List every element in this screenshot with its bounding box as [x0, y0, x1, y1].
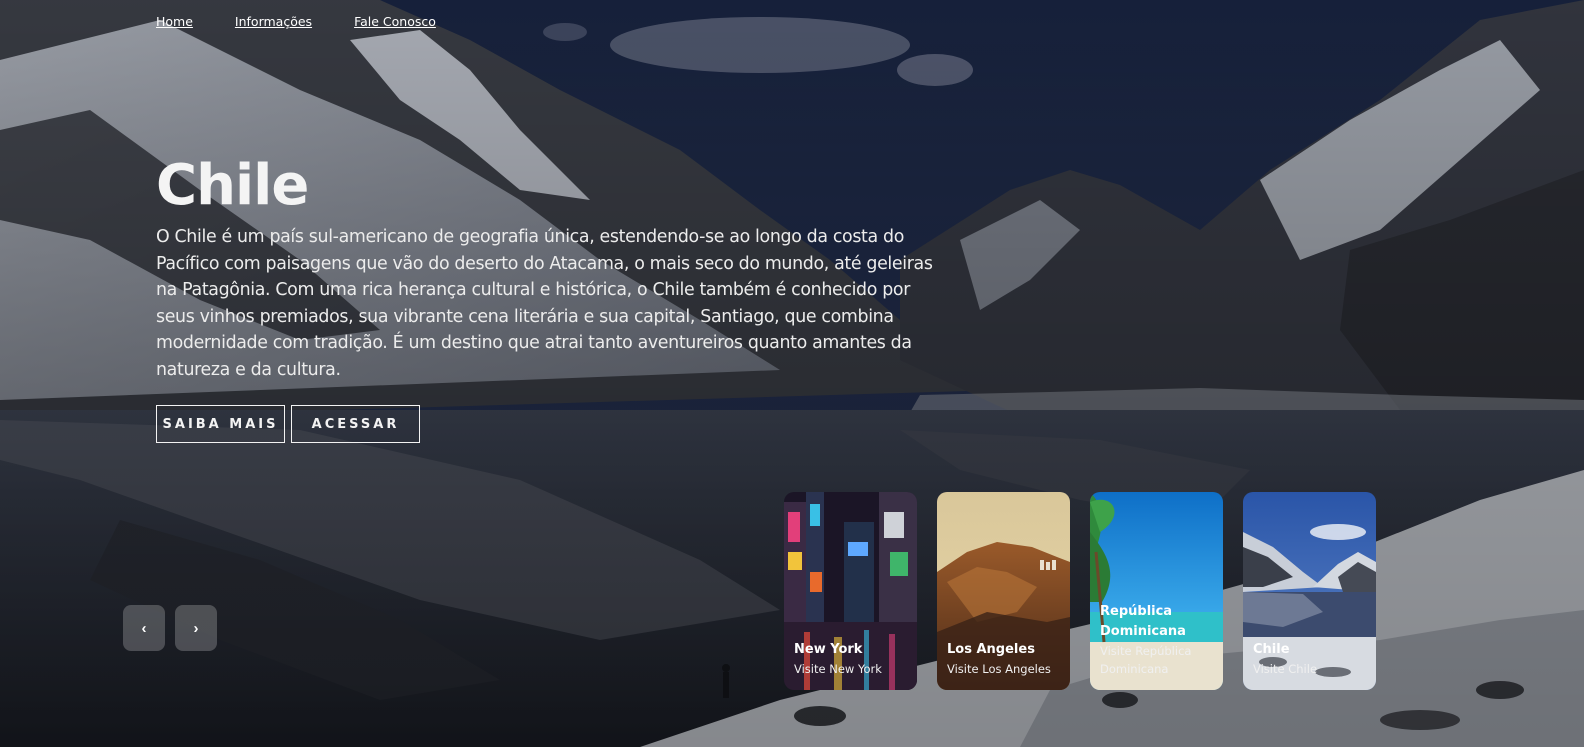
destination-title: Chile — [156, 153, 309, 218]
card-subtitle: Visite Los Angeles — [947, 662, 1051, 676]
next-arrow-button[interactable]: › — [175, 605, 217, 651]
chevron-right-icon: › — [193, 619, 199, 637]
nav-link-informacoes[interactable]: Informações — [235, 14, 312, 29]
destination-card-chile[interactable]: Chile Visite Chile — [1243, 492, 1376, 690]
nav-link-fale-conosco[interactable]: Fale Conosco — [354, 14, 436, 29]
hero-section: Home Informações Fale Conosco Chile O Ch… — [0, 0, 1584, 747]
acessar-button[interactable]: ACESSAR — [291, 405, 420, 443]
destination-card-republica-dominicana[interactable]: República Dominicana Visite República Do… — [1090, 492, 1223, 690]
slider-controls: ‹ › — [123, 605, 217, 651]
chevron-left-icon: ‹ — [141, 619, 147, 637]
destination-cards: New York Visite New York Los Angeles Vis… — [784, 492, 1376, 690]
saiba-mais-button[interactable]: SAIBA MAIS — [156, 405, 285, 443]
card-text: Los Angeles Visite Los Angeles — [947, 640, 1064, 678]
card-title: Los Angeles — [947, 642, 1035, 657]
card-title: New York — [794, 642, 863, 657]
card-title: República Dominicana — [1100, 604, 1186, 639]
destination-card-new-york[interactable]: New York Visite New York — [784, 492, 917, 690]
card-subtitle: Visite New York — [794, 662, 882, 676]
hero-actions: SAIBA MAIS ACESSAR — [156, 405, 946, 443]
destination-description: O Chile é um país sul-americano de geogr… — [156, 227, 933, 380]
destination-card-los-angeles[interactable]: Los Angeles Visite Los Angeles — [937, 492, 1070, 690]
prev-arrow-button[interactable]: ‹ — [123, 605, 165, 651]
card-title: Chile — [1253, 642, 1290, 657]
card-subtitle: Visite Chile — [1253, 662, 1318, 676]
card-text: Chile Visite Chile — [1253, 640, 1370, 678]
card-subtitle: Visite República Dominicana — [1100, 644, 1192, 676]
main-nav: Home Informações Fale Conosco — [156, 14, 436, 29]
hero-content: Chile O Chile é um país sul-americano de… — [156, 150, 946, 443]
nav-link-home[interactable]: Home — [156, 14, 193, 29]
card-text: República Dominicana Visite República Do… — [1100, 602, 1217, 678]
card-text: New York Visite New York — [794, 640, 911, 678]
